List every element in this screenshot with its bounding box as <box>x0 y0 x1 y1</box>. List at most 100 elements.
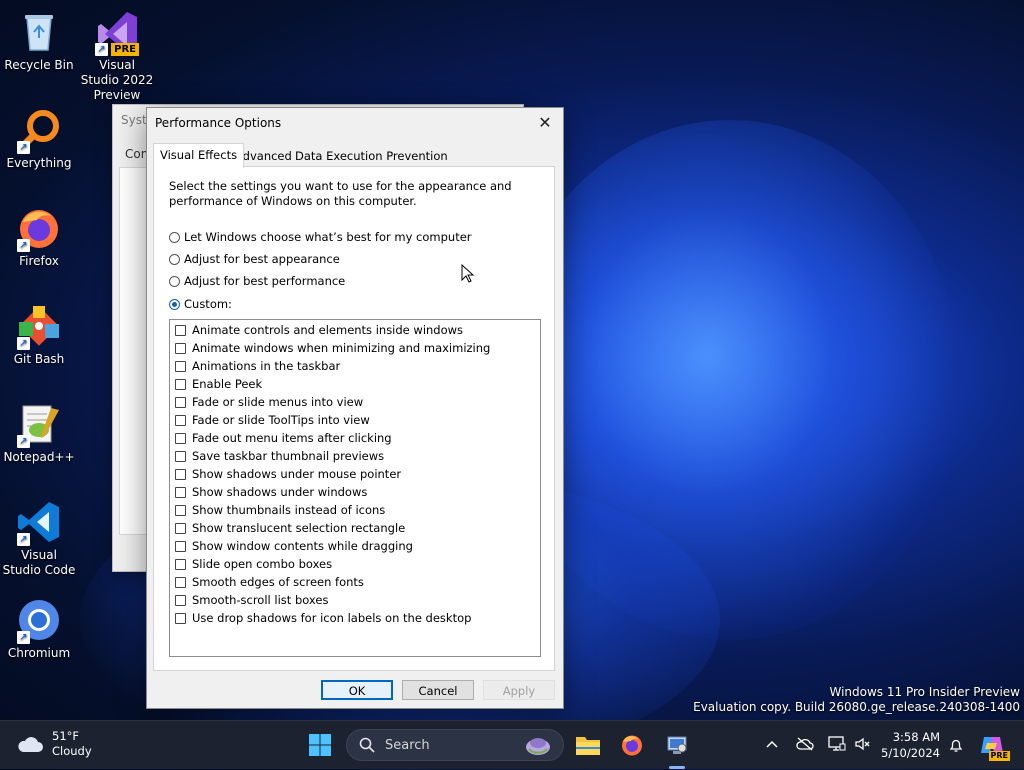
checkbox-label: Animate windows when minimizing and maxi… <box>192 341 491 355</box>
close-button[interactable]: ✕ <box>533 112 557 134</box>
radio-best-performance[interactable]: Adjust for best performance <box>169 273 345 289</box>
radio-label: Adjust for best performance <box>184 274 346 288</box>
radio-button-selected[interactable] <box>169 298 180 310</box>
taskbar-search-box[interactable]: Search <box>346 729 564 761</box>
vscode-icon: ↗ <box>15 498 63 546</box>
notification-bell-icon[interactable] <box>949 737 963 753</box>
folder-icon <box>576 737 600 755</box>
radio-best-appearance[interactable]: Adjust for best appearance <box>169 251 340 267</box>
shortcut-arrow-icon: ↗ <box>17 141 30 154</box>
checkbox[interactable] <box>175 540 186 552</box>
firefox-taskbar-button[interactable] <box>616 729 648 761</box>
list-item[interactable]: Show window contents while dragging <box>175 538 413 554</box>
radio-button[interactable] <box>169 275 180 287</box>
watermark-line: Evaluation copy. Build 26080.ge_release.… <box>693 700 1020 714</box>
apply-button[interactable]: Apply <box>483 680 555 700</box>
radio-button[interactable] <box>169 253 180 265</box>
checkbox[interactable] <box>175 468 186 480</box>
performance-options-dialog[interactable]: Performance Options ✕ Visual Effects Adv… <box>146 107 564 709</box>
cloud-icon <box>18 737 43 752</box>
checkbox[interactable] <box>175 612 186 624</box>
shortcut-arrow-icon: ↗ <box>95 43 108 56</box>
system-clock[interactable]: 3:58 AM 5/10/2024 <box>874 729 940 761</box>
list-item[interactable]: Animations in the taskbar <box>175 358 340 374</box>
checkbox-label: Smooth edges of screen fonts <box>192 575 364 589</box>
list-item[interactable]: Show shadows under mouse pointer <box>175 466 401 482</box>
file-explorer-button[interactable] <box>572 729 604 761</box>
desktop-icon-label: Firefox <box>19 254 59 268</box>
ok-button[interactable]: OK <box>321 680 393 700</box>
chromium-icon: ↗ <box>15 596 63 644</box>
list-item[interactable]: Fade out menu items after clicking <box>175 430 392 446</box>
shortcut-arrow-icon: ↗ <box>17 435 30 448</box>
desktop-icon-label: Notepad++ <box>3 450 75 464</box>
tab-data-execution-prevention[interactable]: Data Execution Prevention <box>295 146 448 166</box>
checkbox[interactable] <box>175 342 186 354</box>
list-item[interactable]: Save taskbar thumbnail previews <box>175 448 384 464</box>
list-item[interactable]: Show thumbnails instead of icons <box>175 502 385 518</box>
checkbox-label: Show window contents while dragging <box>192 539 413 553</box>
list-item[interactable]: Show translucent selection rectangle <box>175 520 405 536</box>
desktop-icon-notepad-plus-plus[interactable]: ↗ Notepad++ <box>2 400 76 465</box>
checkbox[interactable] <box>175 450 186 462</box>
checkbox[interactable] <box>175 414 186 426</box>
desktop-icon-git-bash[interactable]: ↗ Git Bash <box>2 302 76 367</box>
list-item[interactable]: Animate windows when minimizing and maxi… <box>175 340 490 356</box>
checkbox[interactable] <box>175 594 186 606</box>
copilot-button[interactable]: PRE <box>976 729 1010 761</box>
list-item[interactable]: Use drop shadows for icon labels on the … <box>175 610 471 626</box>
checkbox[interactable] <box>175 396 186 408</box>
list-item[interactable]: Smooth edges of screen fonts <box>175 574 364 590</box>
radio-custom[interactable]: Custom: <box>169 296 232 312</box>
desktop-icon-recycle-bin[interactable]: Recycle Bin <box>2 8 76 73</box>
checkbox-label: Animations in the taskbar <box>192 359 341 373</box>
desktop-icon-firefox[interactable]: ↗ Firefox <box>2 204 76 269</box>
list-item[interactable]: Show shadows under windows <box>175 484 367 500</box>
checkbox[interactable] <box>175 324 186 336</box>
checkbox[interactable] <box>175 360 186 372</box>
radio-let-windows-choose[interactable]: Let Windows choose what’s best for my co… <box>169 229 472 245</box>
dialog-title: Performance Options <box>155 116 282 130</box>
effects-list[interactable]: Animate controls and elements inside win… <box>169 319 541 657</box>
checkbox[interactable] <box>175 432 186 444</box>
volume-muted-icon[interactable] <box>854 736 870 752</box>
list-item[interactable]: Animate controls and elements inside win… <box>175 322 463 338</box>
checkbox[interactable] <box>175 378 186 390</box>
chevron-up-icon[interactable] <box>766 739 778 749</box>
system-properties-taskbar-button[interactable] <box>661 729 693 761</box>
desktop-icon-visual-studio-preview[interactable]: PRE ↗ Visual Studio 2022 Preview <box>80 8 154 103</box>
desktop-icon-label: Recycle Bin <box>4 58 74 72</box>
checkbox-label: Use drop shadows for icon labels on the … <box>192 611 472 625</box>
desktop-icon-label: Everything <box>6 156 72 170</box>
network-disconnected-icon[interactable] <box>796 737 814 751</box>
desktop-icon-vscode[interactable]: ↗ Visual Studio Code <box>2 498 76 578</box>
search-placeholder: Search <box>385 737 430 753</box>
checkbox-label: Slide open combo boxes <box>192 557 333 571</box>
start-button[interactable] <box>304 729 336 761</box>
checkbox[interactable] <box>175 504 186 516</box>
recycle-bin-icon <box>15 8 63 56</box>
radio-button[interactable] <box>169 231 180 243</box>
visual-studio-icon: PRE ↗ <box>93 8 141 56</box>
checkbox[interactable] <box>175 576 186 588</box>
checkbox-label: Animate controls and elements inside win… <box>192 323 464 337</box>
list-item[interactable]: Slide open combo boxes <box>175 556 332 572</box>
list-item[interactable]: Fade or slide ToolTips into view <box>175 412 370 428</box>
list-item[interactable]: Fade or slide menus into view <box>175 394 363 410</box>
desktop-icon-everything[interactable]: ↗ Everything <box>2 106 76 171</box>
checkbox-label: Enable Peek <box>192 377 263 391</box>
cancel-button[interactable]: Cancel <box>402 680 474 700</box>
list-item[interactable]: Enable Peek <box>175 376 262 392</box>
checkbox[interactable] <box>175 486 186 498</box>
desktop-icon-chromium[interactable]: ↗ Chromium <box>2 596 76 661</box>
checkbox[interactable] <box>175 558 186 570</box>
copilot-preview-badge: PRE <box>988 751 1010 761</box>
desktop-icon-label: Git Bash <box>13 352 65 366</box>
windows-logo-icon <box>309 734 331 756</box>
weather-widget[interactable]: 51°F Cloudy <box>16 729 92 759</box>
weather-temperature: 51°F <box>52 729 79 743</box>
display-icon[interactable] <box>828 736 846 752</box>
checkbox[interactable] <box>175 522 186 534</box>
tab-visual-effects[interactable]: Visual Effects <box>153 143 245 168</box>
list-item[interactable]: Smooth-scroll list boxes <box>175 592 328 608</box>
